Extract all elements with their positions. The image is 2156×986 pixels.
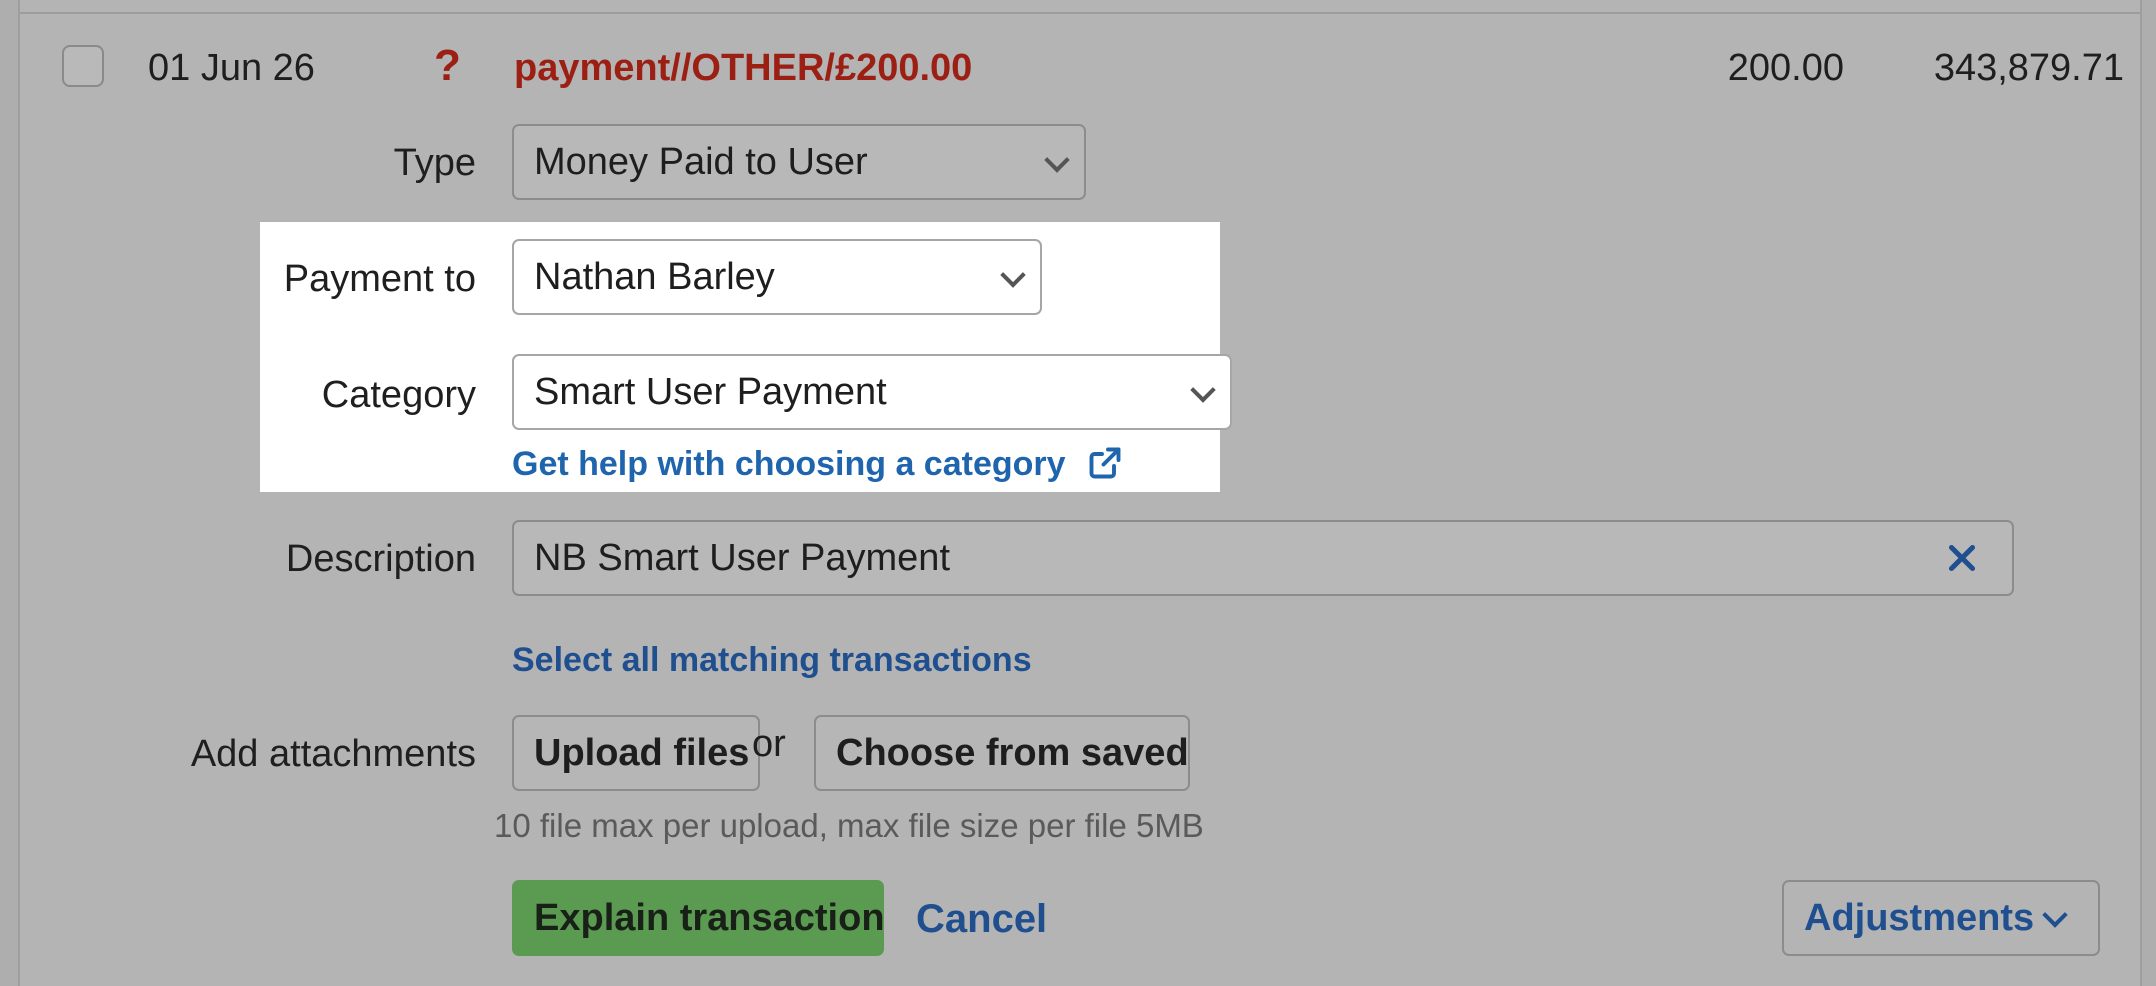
category-label: Category xyxy=(321,374,476,416)
attachments-label: Add attachments xyxy=(190,733,476,775)
adjustments-label: Adjustments xyxy=(1804,897,2035,939)
unexplained-status-icon: ? xyxy=(434,41,461,90)
type-select-value: Money Paid to User xyxy=(534,141,868,183)
clear-icon[interactable] xyxy=(1944,540,1980,576)
choose-saved-button[interactable]: Choose from saved xyxy=(814,715,1190,791)
select-matching-link[interactable]: Select all matching transactions xyxy=(512,638,1032,682)
select-checkbox[interactable] xyxy=(62,45,104,87)
category-help-link[interactable]: Get help with choosing a category xyxy=(512,442,1123,486)
description-value: NB Smart User Payment xyxy=(534,537,950,579)
payment-to-select[interactable]: Nathan Barley xyxy=(512,239,1042,315)
type-label: Type xyxy=(393,142,476,184)
chevron-down-icon xyxy=(2042,902,2068,928)
transaction-date: 01 Jun 26 xyxy=(148,47,315,89)
transaction-amount: 200.00 xyxy=(1727,47,1844,89)
type-select[interactable]: Money Paid to User xyxy=(512,124,1086,200)
description-input[interactable]: NB Smart User Payment xyxy=(512,520,2014,596)
description-label: Description xyxy=(285,538,476,580)
external-link-icon xyxy=(1089,447,1121,479)
or-text: or xyxy=(752,723,786,765)
payment-to-label: Payment to xyxy=(283,258,476,300)
upload-files-button[interactable]: Upload files xyxy=(512,715,760,791)
explain-transaction-button[interactable]: Explain transaction xyxy=(512,880,885,956)
cancel-link[interactable]: Cancel xyxy=(916,894,1047,944)
running-balance: 343,879.71 xyxy=(1933,47,2124,89)
category-select[interactable]: Smart User Payment xyxy=(512,354,1232,430)
payment-to-value: Nathan Barley xyxy=(534,256,775,298)
transaction-reference: payment//OTHER/£200.00 xyxy=(514,47,973,89)
chevron-down-icon xyxy=(1044,147,1070,173)
category-select-value: Smart User Payment xyxy=(534,371,887,413)
chevron-down-icon xyxy=(1000,262,1026,288)
chevron-down-icon xyxy=(1190,377,1216,403)
attachments-hint: 10 file max per upload, max file size pe… xyxy=(494,807,1204,844)
adjustments-button[interactable]: Adjustments xyxy=(1782,880,2100,956)
category-help-link-text: Get help with choosing a category xyxy=(512,445,1066,483)
divider xyxy=(20,12,2140,14)
